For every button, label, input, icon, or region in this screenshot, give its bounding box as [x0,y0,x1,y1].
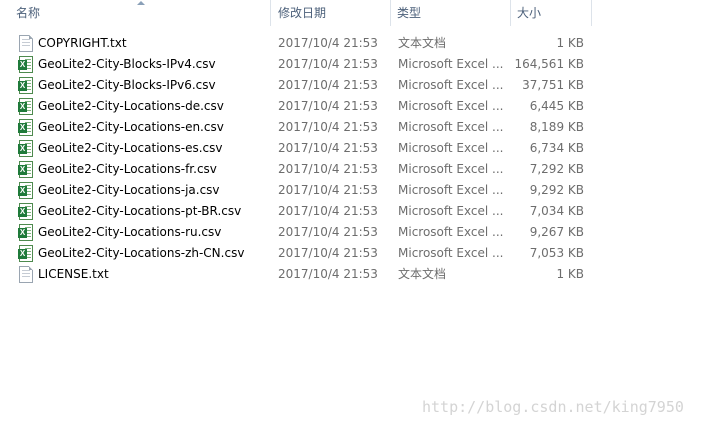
excel-file-icon: X [18,119,33,136]
file-type: Microsoft Excel ... [398,204,504,218]
excel-file-icon: X [18,224,33,241]
file-type: Microsoft Excel ... [398,225,504,239]
file-date-modified: 2017/10/4 21:53 [278,162,378,176]
file-row[interactable]: X GeoLite2-City-Blocks-IPv6.csv 2017/10/4 … [0,75,592,96]
file-date-modified: 2017/10/4 21:53 [278,99,378,113]
file-size: 1 KB [556,36,584,50]
file-date-modified: 2017/10/4 21:53 [278,57,378,71]
file-row[interactable]: COPYRIGHT.txt 2017/10/4 21:53 文本文档 1 KB [0,33,592,54]
file-date-modified: 2017/10/4 21:53 [278,120,378,134]
file-name: GeoLite2-City-Locations-ja.csv [38,183,220,197]
file-size: 1 KB [556,267,584,281]
file-row[interactable]: X GeoLite2-City-Locations-ru.csv 2017/10/4… [0,222,592,243]
column-header-date-modified[interactable]: 修改日期 [271,0,390,26]
file-name: GeoLite2-City-Locations-zh-CN.csv [38,246,245,260]
excel-file-icon: X [18,140,33,157]
excel-file-icon: X [18,182,33,199]
file-size: 7,034 KB [529,204,584,218]
file-type: 文本文档 [398,36,447,50]
watermark-text: http://blog.csdn.net/king7950 [422,398,684,416]
file-name: GeoLite2-City-Blocks-IPv4.csv [38,57,216,71]
file-type: 文本文档 [398,267,447,281]
file-type: Microsoft Excel ... [398,141,504,155]
file-date-modified: 2017/10/4 21:53 [278,225,378,239]
file-type: Microsoft Excel ... [398,162,504,176]
file-size: 164,561 KB [514,57,584,71]
file-date-modified: 2017/10/4 21:53 [278,267,378,281]
file-name: GeoLite2-City-Locations-de.csv [38,99,224,113]
file-row[interactable]: X GeoLite2-City-Locations-en.csv 2017/10/4… [0,117,592,138]
file-row[interactable]: X GeoLite2-City-Locations-es.csv 2017/10/4… [0,138,592,159]
file-name: GeoLite2-City-Locations-fr.csv [38,162,217,176]
file-type: Microsoft Excel ... [398,120,504,134]
file-date-modified: 2017/10/4 21:53 [278,78,378,92]
file-date-modified: 2017/10/4 21:53 [278,204,378,218]
file-row[interactable]: X GeoLite2-City-Locations-pt-BR.csv 2017/1… [0,201,592,222]
excel-file-icon: X [18,98,33,115]
file-size: 9,267 KB [529,225,584,239]
file-date-modified: 2017/10/4 21:53 [278,246,378,260]
file-size: 7,053 KB [529,246,584,260]
file-row[interactable]: X GeoLite2-City-Locations-zh-CN.csv 2017/1… [0,243,592,264]
file-type: Microsoft Excel ... [398,99,504,113]
file-name: GeoLite2-City-Locations-en.csv [38,120,224,134]
column-header-size[interactable]: 大小 [511,0,592,26]
column-divider[interactable] [591,0,592,26]
file-name: GeoLite2-City-Locations-ru.csv [38,225,222,239]
file-type: Microsoft Excel ... [398,57,504,71]
text-file-icon [19,266,33,283]
excel-file-icon: X [18,161,33,178]
excel-file-icon: X [18,245,33,262]
column-header-name[interactable]: 名称 [0,0,270,26]
excel-file-icon: X [18,77,33,94]
file-row[interactable]: LICENSE.txt 2017/10/4 21:53 文本文档 1 KB [0,264,592,285]
file-name: LICENSE.txt [38,267,109,281]
file-size: 7,292 KB [529,162,584,176]
file-date-modified: 2017/10/4 21:53 [278,183,378,197]
file-row[interactable]: X GeoLite2-City-Locations-fr.csv 2017/10/4… [0,159,592,180]
file-row[interactable]: X GeoLite2-City-Blocks-IPv4.csv 2017/10/4 … [0,54,592,75]
column-header-type[interactable]: 类型 [391,0,510,26]
file-size: 6,445 KB [529,99,584,113]
file-type: Microsoft Excel ... [398,78,504,92]
file-type: Microsoft Excel ... [398,183,504,197]
column-header-bar: 名称 修改日期 类型 大小 [0,0,592,26]
file-row[interactable]: X GeoLite2-City-Locations-de.csv 2017/10/4… [0,96,592,117]
file-list: COPYRIGHT.txt 2017/10/4 21:53 文本文档 1 KB X Geo… [0,33,592,285]
file-date-modified: 2017/10/4 21:53 [278,141,378,155]
file-size: 6,734 KB [529,141,584,155]
excel-file-icon: X [18,203,33,220]
file-type: Microsoft Excel ... [398,246,504,260]
file-name: GeoLite2-City-Locations-pt-BR.csv [38,204,242,218]
sort-ascending-icon [137,1,145,5]
excel-file-icon: X [18,56,33,73]
file-name: GeoLite2-City-Locations-es.csv [38,141,223,155]
file-date-modified: 2017/10/4 21:53 [278,36,378,50]
file-row[interactable]: X GeoLite2-City-Locations-ja.csv 2017/10/4… [0,180,592,201]
file-name: GeoLite2-City-Blocks-IPv6.csv [38,78,216,92]
file-size: 8,189 KB [529,120,584,134]
file-size: 9,292 KB [529,183,584,197]
file-name: COPYRIGHT.txt [38,36,127,50]
text-file-icon [19,35,33,52]
file-size: 37,751 KB [522,78,584,92]
